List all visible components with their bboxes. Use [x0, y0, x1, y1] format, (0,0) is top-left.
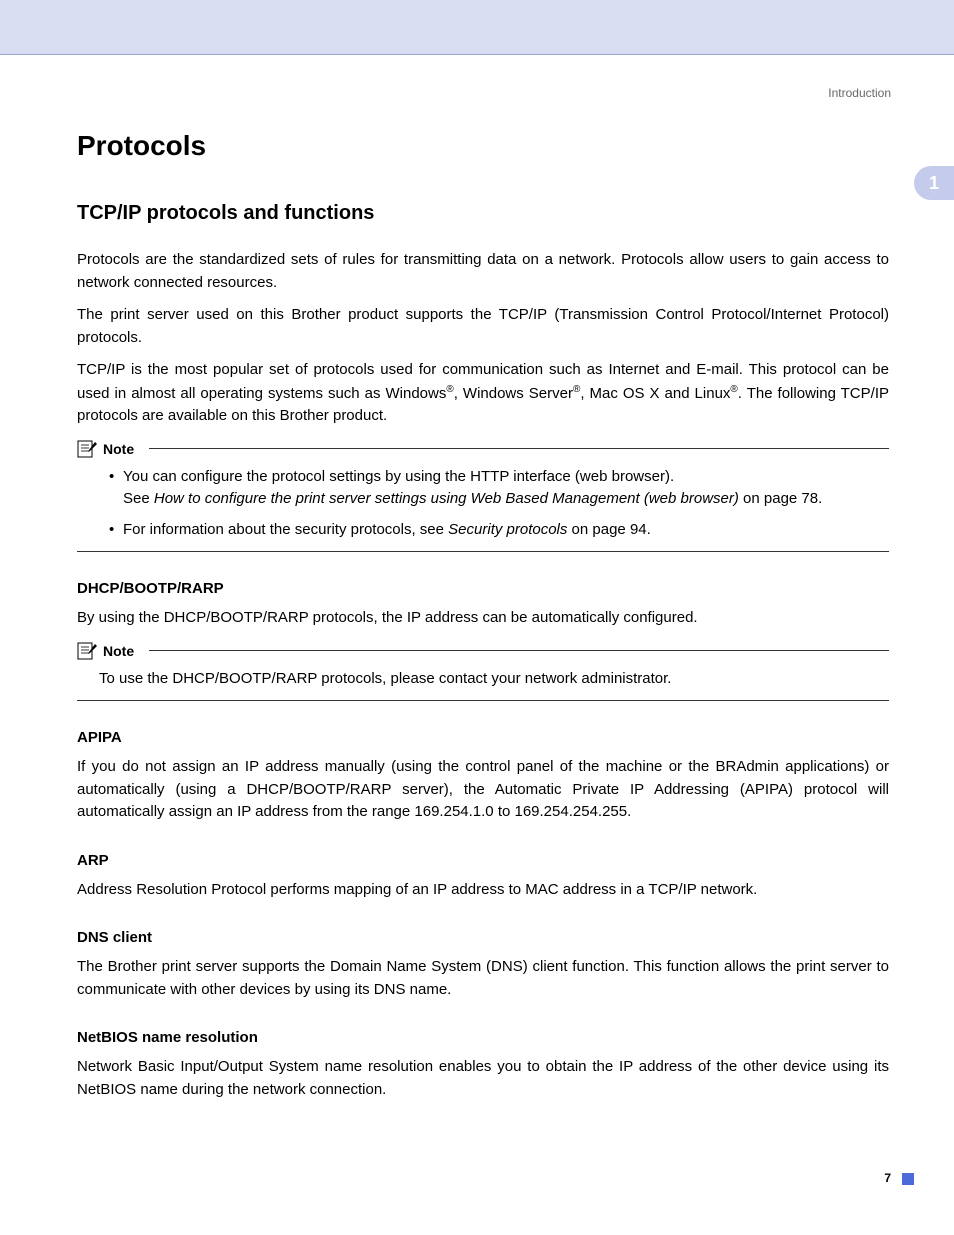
- note-item-1: You can configure the protocol settings …: [109, 466, 889, 511]
- heading-dns: DNS client: [77, 929, 889, 946]
- section-heading-tcpip: TCP/IP protocols and functions: [77, 202, 889, 225]
- page-content: Protocols TCP/IP protocols and functions…: [77, 130, 889, 1111]
- page-number: 7: [884, 1171, 891, 1185]
- note-block-1: Note You can configure the protocol sett…: [77, 440, 889, 553]
- intro-paragraph-1: Protocols are the standardized sets of r…: [77, 249, 889, 294]
- note-pencil-icon: [77, 440, 99, 458]
- text-netbios: Network Basic Input/Output System name r…: [77, 1056, 889, 1101]
- intro-paragraph-3: TCP/IP is the most popular set of protoc…: [77, 359, 889, 428]
- note-divider: [149, 448, 889, 449]
- note-end-divider: [77, 700, 889, 701]
- note-pencil-icon: [77, 642, 99, 660]
- note-label: Note: [103, 643, 134, 659]
- heading-apipa: APIPA: [77, 729, 889, 746]
- text-apipa: If you do not assign an IP address manua…: [77, 756, 889, 824]
- note-divider: [149, 650, 889, 651]
- chapter-tab: 1: [914, 166, 954, 200]
- note-label: Note: [103, 441, 134, 457]
- note-item-2: For information about the security proto…: [109, 519, 889, 542]
- page-title: Protocols: [77, 130, 889, 162]
- text-dns: The Brother print server supports the Do…: [77, 956, 889, 1001]
- text-dhcp: By using the DHCP/BOOTP/RARP protocols, …: [77, 607, 889, 630]
- top-bar: [0, 0, 954, 55]
- intro-paragraph-2: The print server used on this Brother pr…: [77, 304, 889, 349]
- header-section-name: Introduction: [828, 86, 891, 100]
- heading-dhcp: DHCP/BOOTP/RARP: [77, 580, 889, 597]
- text-arp: Address Resolution Protocol performs map…: [77, 879, 889, 902]
- note-block-2: Note To use the DHCP/BOOTP/RARP protocol…: [77, 642, 889, 702]
- note-text-2: To use the DHCP/BOOTP/RARP protocols, pl…: [77, 668, 889, 691]
- page-indicator: [902, 1173, 914, 1185]
- heading-netbios: NetBIOS name resolution: [77, 1029, 889, 1046]
- note-end-divider: [77, 551, 889, 552]
- heading-arp: ARP: [77, 852, 889, 869]
